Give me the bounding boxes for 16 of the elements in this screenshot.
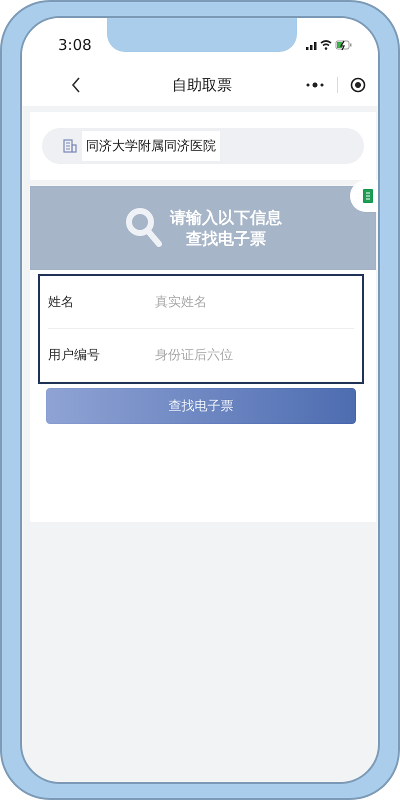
status-time: 3:08 — [58, 36, 92, 54]
document-icon — [363, 189, 373, 203]
banner-text: 请输入以下信息 — [170, 207, 282, 228]
page-title: 自助取票 — [171, 76, 233, 94]
building-icon — [62, 138, 78, 154]
hospital-selector[interactable]: 同济大学附属同济医院 — [42, 128, 364, 164]
input-field[interactable]: 身份证后六位 — [153, 346, 354, 364]
floating-tab[interactable] — [350, 180, 378, 212]
close-icon[interactable] — [350, 77, 366, 93]
field-label: 用户编号 — [48, 347, 101, 364]
status-icons — [306, 39, 352, 51]
banner-text: 查找电子票 — [186, 228, 266, 249]
input-field[interactable]: 真实姓名 — [153, 294, 354, 310]
more-icon[interactable] — [305, 82, 325, 88]
field-label: 姓名 — [48, 294, 75, 311]
search-icon — [124, 206, 164, 250]
